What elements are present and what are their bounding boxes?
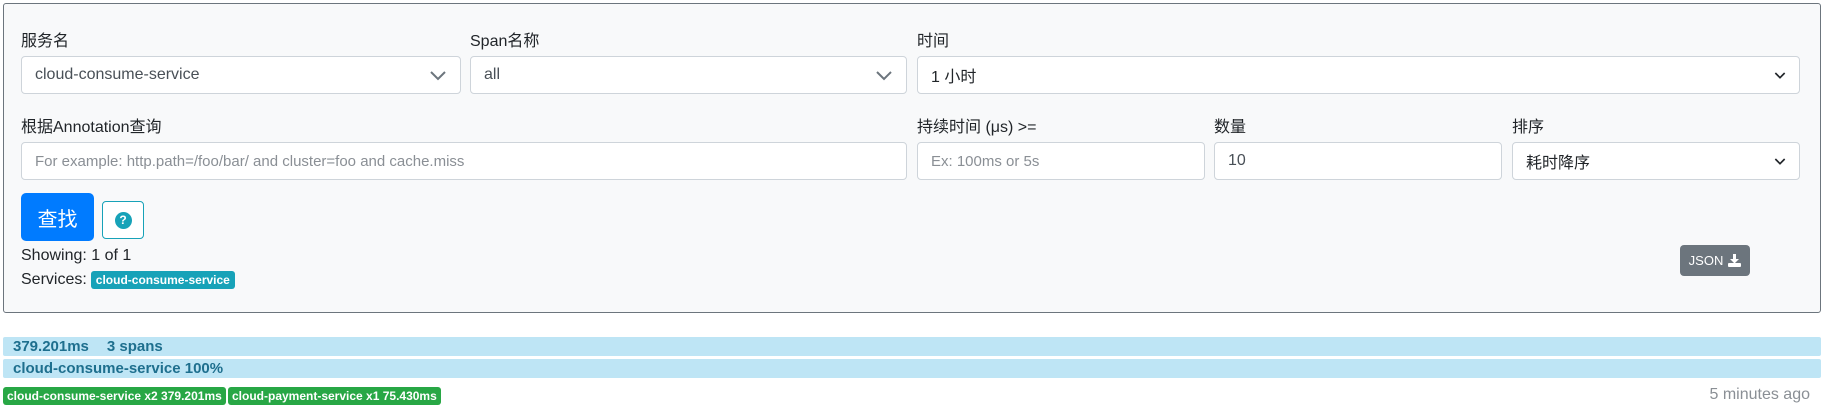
service-name-select[interactable]: cloud-consume-service [21, 56, 461, 94]
sort-value: 耗时降序 [1526, 155, 1591, 172]
time-select[interactable]: 1 小时 [917, 56, 1800, 94]
help-button[interactable]: ? [102, 201, 144, 239]
trace-span-count: 3 spans [106, 338, 163, 355]
time-label: 时间 [917, 33, 950, 50]
trace-summary-bar[interactable]: 379.201ms 3 spans [3, 337, 1821, 356]
service-name-value: cloud-consume-service [35, 66, 200, 83]
services-row: Services: cloud-consume-service [21, 271, 235, 289]
service-tag[interactable]: cloud-payment-service x1 75.430ms [228, 387, 441, 405]
chevron-down-icon [430, 71, 446, 81]
trace-service-bar[interactable]: cloud-consume-service 100% [3, 359, 1821, 378]
service-name-label: 服务名 [21, 33, 70, 50]
duration-label: 持续时间 (μs) >= [917, 119, 1037, 136]
chevron-down-icon [876, 71, 892, 81]
chevron-down-icon [1774, 158, 1786, 165]
annotation-label: 根据Annotation查询 [21, 119, 162, 136]
trace-service-percent: cloud-consume-service 100% [13, 360, 224, 377]
services-label: Services: [21, 271, 87, 288]
limit-value: 10 [1228, 152, 1246, 169]
json-download-button[interactable]: JSON [1680, 245, 1750, 276]
sort-select[interactable]: 耗时降序 [1512, 142, 1800, 180]
question-icon: ? [114, 211, 132, 229]
limit-input[interactable]: 10 [1214, 142, 1502, 180]
span-name-value: all [484, 66, 501, 83]
trace-duration: 379.201ms [13, 338, 89, 355]
span-name-select[interactable]: all [470, 56, 907, 94]
download-icon [1728, 254, 1742, 267]
limit-label: 数量 [1214, 119, 1247, 136]
sort-label: 排序 [1512, 119, 1545, 136]
span-name-label: Span名称 [470, 33, 540, 50]
time-value: 1 小时 [931, 69, 977, 86]
chevron-down-icon [1774, 72, 1786, 79]
service-tag[interactable]: cloud-consume-service x2 379.201ms [3, 387, 226, 405]
trace-time-ago: 5 minutes ago [1709, 386, 1810, 403]
json-label: JSON [1688, 253, 1724, 268]
showing-count: Showing: 1 of 1 [21, 247, 132, 264]
duration-input[interactable] [917, 142, 1205, 180]
find-button[interactable]: 查找 [21, 193, 94, 241]
service-badge[interactable]: cloud-consume-service [90, 271, 235, 289]
annotation-input[interactable] [21, 142, 907, 180]
